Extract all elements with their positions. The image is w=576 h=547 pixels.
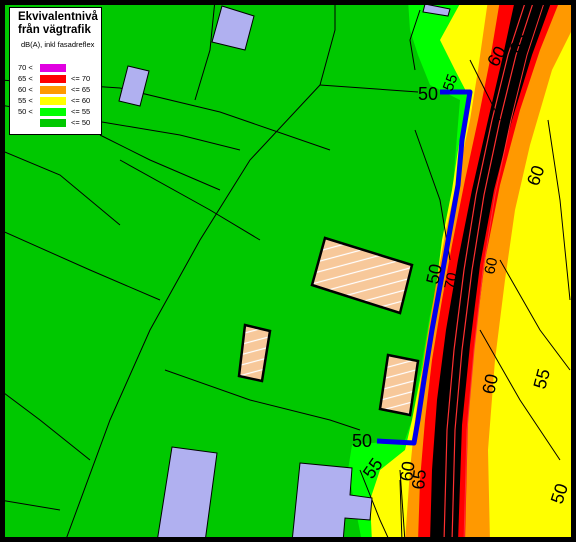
legend-row: <= 50	[10, 118, 103, 129]
legend-swatch	[40, 108, 66, 116]
contour-label-50: 50	[352, 431, 372, 451]
legend-swatch	[40, 86, 66, 94]
building-planned	[378, 353, 420, 417]
legend-upper: <= 65	[71, 85, 91, 94]
legend-upper: <= 55	[71, 107, 91, 116]
legend-upper: <= 50	[71, 118, 91, 127]
legend-row: 70 <	[10, 63, 103, 74]
legend-upper: <= 60	[71, 96, 91, 105]
legend-swatch	[40, 64, 66, 72]
legend-title-line2: från vägtrafik	[18, 24, 91, 36]
contour-label-60: 60	[481, 256, 501, 276]
legend-swatch	[40, 119, 66, 127]
legend-lower: 60 <	[18, 85, 33, 94]
legend-title: Ekvivalentnivå	[18, 11, 98, 23]
legend-lower: 70 <	[18, 63, 33, 72]
legend-subtitle: dB(A), inkl fasadreflex	[21, 40, 95, 49]
legend-lower: 65 <	[18, 74, 33, 83]
legend-row: 55 < <= 60	[10, 96, 103, 107]
legend-row: 60 < <= 65	[10, 85, 103, 96]
contour-label-65: 65	[408, 468, 430, 490]
legend-row: 65 < <= 70	[10, 74, 103, 85]
legend-upper: <= 70	[71, 74, 91, 83]
legend-row: 50 < <= 55	[10, 107, 103, 118]
legend-lower: 50 <	[18, 107, 33, 116]
map-legend: Ekvivalentnivå från vägtrafik dB(A), ink…	[9, 7, 102, 135]
contour-label-60: 60	[478, 372, 502, 396]
legend-lower: 55 <	[18, 96, 33, 105]
contour-label-50: 50	[418, 84, 438, 104]
legend-swatch	[40, 75, 66, 83]
contour-label-70: 70	[441, 271, 461, 291]
legend-swatch	[40, 97, 66, 105]
